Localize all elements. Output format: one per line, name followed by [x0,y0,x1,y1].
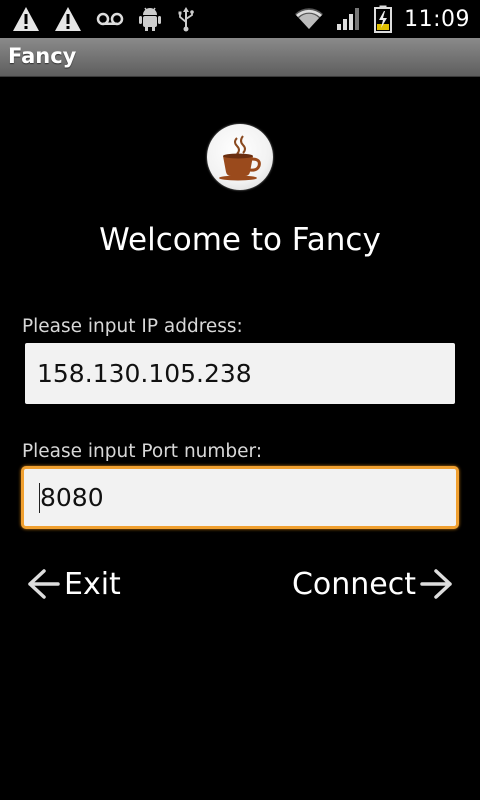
status-clock: 11:09 [404,6,470,32]
signal-icon [336,7,362,31]
port-number-label: Please input Port number: [22,441,263,462]
arrow-right-icon [420,567,454,601]
arrow-left-icon [26,567,60,601]
exit-button[interactable]: Exit [26,560,121,608]
ip-address-label: Please input IP address: [22,316,243,337]
connect-label: Connect [291,566,416,602]
warning-icon [12,6,40,32]
ip-address-value: 158.130.105.238 [37,359,252,388]
system-icons: 11:09 [294,4,470,34]
voicemail-icon [96,11,124,27]
connect-button[interactable]: Connect [292,560,454,608]
android-debug-icon [138,6,162,32]
app-title-bar: Fancy [0,38,480,77]
status-bar: 11:09 [0,0,480,38]
port-number-input[interactable]: 8080 [21,466,459,529]
wifi-icon [294,7,324,31]
app-title: Fancy [8,44,77,68]
port-number-value: 8080 [40,483,104,512]
usb-icon [176,6,196,32]
exit-label: Exit [64,566,121,602]
welcome-heading: Welcome to Fancy [99,222,381,258]
battery-charging-icon [374,5,393,33]
warning-icon [54,6,82,32]
ip-address-input[interactable]: 158.130.105.238 [25,343,455,404]
coffee-cup-icon [207,124,273,190]
notification-icons [12,4,196,34]
